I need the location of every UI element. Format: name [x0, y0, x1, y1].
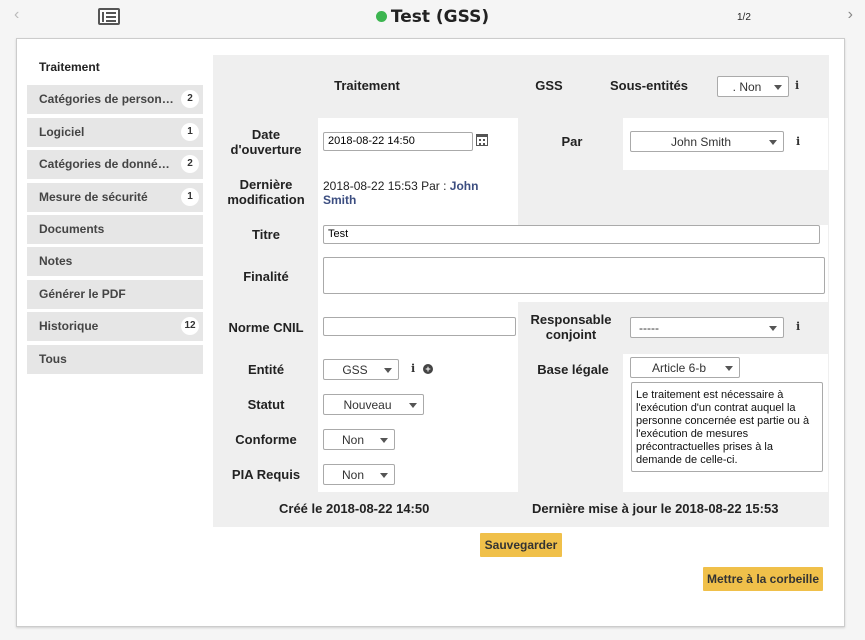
entite-label: Entité [247, 362, 285, 377]
par-value: John Smith [670, 135, 732, 149]
chevron-down-icon [409, 403, 417, 408]
derniere-modification-label: Dernière modification [227, 177, 305, 207]
conforme-select[interactable]: Non [323, 429, 395, 450]
save-button[interactable]: Sauvegarder [480, 533, 562, 557]
titre-input[interactable]: Test [323, 225, 820, 244]
chevron-down-icon [380, 473, 388, 478]
calendar-icon[interactable] [476, 134, 488, 146]
treatment-form: Traitement GSS Sous-entités . Non i Date… [213, 55, 829, 527]
sidebar-item-traitement[interactable]: Traitement [27, 53, 203, 82]
sous-entites-select[interactable]: . Non [717, 76, 789, 97]
sidebar-item-label: Notes [39, 254, 73, 269]
chevron-down-icon [384, 368, 392, 373]
entite-select[interactable]: GSS [323, 359, 399, 380]
sidebar-item-label: Traitement [39, 60, 100, 74]
info-icon[interactable]: i [796, 135, 800, 148]
norme-cnil-input[interactable] [323, 317, 516, 336]
date-ouverture-input[interactable]: 2018-08-22 14:50 [323, 132, 473, 151]
chevron-down-icon [725, 366, 733, 371]
next-record-icon[interactable]: › [848, 6, 853, 24]
sidebar-item-label: Catégories de person… [39, 92, 174, 107]
sous-entites-value: . Non [732, 80, 762, 94]
count-badge: 2 [181, 90, 199, 109]
titre-label: Titre [252, 227, 280, 242]
sidebar-item-categories-personnes[interactable]: Catégories de person… 2 [27, 85, 203, 115]
norme-cnil-label: Norme CNIL [228, 320, 304, 335]
entity-header: GSS [535, 78, 563, 93]
base-legale-description: Le traitement est nécessaire à l'exécuti… [631, 382, 823, 472]
trash-button[interactable]: Mettre à la corbeille [703, 567, 823, 591]
page-title: Test (GSS) [0, 7, 865, 27]
conforme-label: Conforme [235, 432, 297, 447]
modification-text: 2018-08-22 15:53 Par : [323, 179, 450, 193]
statut-value: Nouveau [343, 398, 392, 412]
sidebar-item-logiciel[interactable]: Logiciel 1 [27, 117, 203, 147]
finalite-label: Finalité [243, 269, 289, 284]
record-card: Traitement Catégories de person… 2 Logici… [16, 38, 845, 627]
sidebar: Traitement Catégories de person… 2 Logici… [27, 53, 203, 377]
pager: 1/2 [737, 12, 751, 23]
entite-value: GSS [342, 363, 368, 377]
base-legale-select[interactable]: Article 6-b [630, 357, 740, 378]
traitement-header: Traitement [334, 78, 400, 93]
chevron-down-icon [774, 85, 782, 90]
sidebar-item-label: Logiciel [39, 124, 85, 139]
derniere-modification-value: 2018-08-22 15:53 Par : John Smith [323, 179, 513, 207]
pia-requis-value: Non [341, 468, 364, 482]
page-title-text: Test (GSS) [390, 7, 490, 27]
info-icon[interactable]: i [795, 79, 799, 92]
conforme-value: Non [341, 433, 364, 447]
statut-select[interactable]: Nouveau [323, 394, 424, 415]
par-select[interactable]: John Smith [630, 131, 784, 152]
count-badge: 1 [181, 122, 199, 141]
finalite-textarea[interactable] [323, 257, 825, 294]
sidebar-item-label: Historique [39, 319, 99, 334]
sidebar-item-label: Documents [39, 221, 105, 236]
sidebar-item-notes[interactable]: Notes [27, 247, 203, 277]
created-at: Créé le 2018-08-22 14:50 [279, 501, 430, 516]
date-ouverture-label: Date d'ouverture [230, 127, 302, 157]
sidebar-item-mesure-securite[interactable]: Mesure de sécurité 1 [27, 182, 203, 212]
base-legale-value: Article 6-b [651, 361, 707, 375]
top-bar: ‹ Test (GSS) 1/2 › [0, 0, 865, 36]
sidebar-item-documents[interactable]: Documents [27, 214, 203, 244]
add-entity-icon[interactable]: + [423, 364, 433, 374]
responsable-conjoint-label: Responsable conjoint [530, 312, 612, 342]
chevron-down-icon [769, 140, 777, 145]
sidebar-item-label: Mesure de sécurité [39, 189, 148, 204]
sidebar-item-label: Catégories de donné… [39, 157, 170, 172]
updated-at: Dernière mise à jour le 2018-08-22 15:53 [532, 501, 779, 516]
count-badge: 12 [181, 317, 199, 336]
sidebar-item-historique[interactable]: Historique 12 [27, 312, 203, 342]
pia-requis-select[interactable]: Non [323, 464, 395, 485]
sidebar-item-generer-pdf[interactable]: Générer le PDF [27, 279, 203, 309]
sidebar-item-label: Générer le PDF [39, 286, 126, 301]
par-label: Par [561, 134, 583, 149]
pia-requis-label: PIA Requis [231, 467, 301, 482]
info-icon[interactable]: i [796, 320, 800, 333]
sous-entites-label: Sous-entités [609, 78, 688, 93]
chevron-down-icon [380, 438, 388, 443]
responsable-conjoint-value: ----- [639, 321, 659, 335]
sidebar-item-tous[interactable]: Tous [27, 344, 203, 374]
sidebar-item-categories-donnees[interactable]: Catégories de donné… 2 [27, 150, 203, 180]
chevron-down-icon [769, 326, 777, 331]
responsable-conjoint-select[interactable]: ----- [630, 317, 784, 338]
status-dot-icon [375, 11, 387, 22]
sidebar-item-label: Tous [39, 351, 67, 366]
count-badge: 1 [181, 187, 199, 206]
statut-label: Statut [247, 397, 285, 412]
info-icon[interactable]: i [411, 362, 415, 375]
base-legale-label: Base légale [537, 362, 609, 377]
count-badge: 2 [181, 155, 199, 174]
